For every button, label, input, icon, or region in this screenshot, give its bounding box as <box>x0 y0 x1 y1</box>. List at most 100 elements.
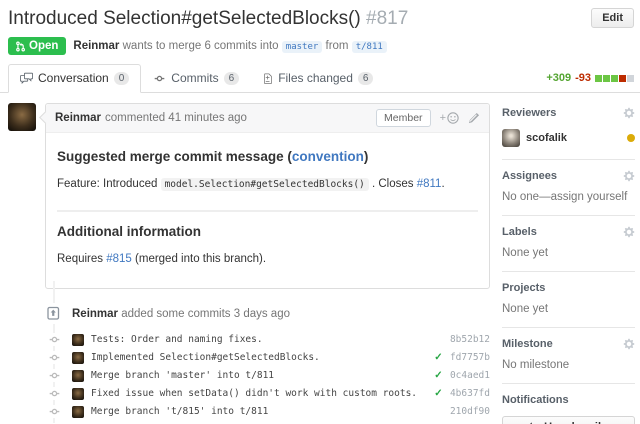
comment-meta: commented 41 minutes ago <box>105 112 247 124</box>
git-pull-request-icon <box>16 41 25 52</box>
sidebar-section-milestone: Milestone No milestone <box>502 328 635 384</box>
commit-check-icon: ✓ <box>432 370 445 381</box>
commit-message-link[interactable]: Merge branch 't/815' into t/811 <box>91 406 432 417</box>
repo-push-icon <box>47 303 60 324</box>
commits-event-text: Reinmar added some commits 3 days ago <box>72 308 290 320</box>
commit-message-link[interactable]: Fixed issue when setData() didn't work w… <box>91 388 432 399</box>
gear-icon[interactable] <box>623 170 635 182</box>
pr-author-link[interactable]: Reinmar <box>73 40 119 52</box>
avatar-reinmar[interactable] <box>8 103 36 131</box>
pr-number: #817 <box>366 8 408 29</box>
tab-files-count: 6 <box>358 72 374 85</box>
from-text: from <box>326 40 349 52</box>
edit-button[interactable]: Edit <box>591 8 634 28</box>
suggested-message-heading: Suggested merge commit message (conventi… <box>57 147 478 167</box>
milestone-empty-text: No milestone <box>502 359 635 371</box>
commit-row: Tests: Order and naming fixes. 8b52b12 <box>8 333 490 346</box>
commit-sha-link[interactable]: 210df90 <box>447 406 490 417</box>
diffstat-block-red <box>619 75 626 82</box>
gear-icon[interactable] <box>623 226 635 238</box>
member-badge: Member <box>376 109 431 127</box>
assignees-heading: Assignees <box>502 170 635 182</box>
pending-review-dot <box>627 134 635 142</box>
merge-sentence: Reinmar wants to merge 6 commits into ma… <box>73 40 386 52</box>
commit-author-avatar[interactable] <box>72 334 84 346</box>
git-commit-icon <box>48 387 61 400</box>
open-status-badge: Open <box>8 37 66 55</box>
commit-author-avatar[interactable] <box>72 370 84 382</box>
head-branch-label[interactable]: t/811 <box>352 41 387 53</box>
timeline: Reinmar added some commits 3 days ago Te… <box>8 289 490 424</box>
tab-commits-label: Commits <box>171 71 218 85</box>
git-commit-icon <box>48 405 61 418</box>
commit-sha-link[interactable]: fd7757b <box>447 352 490 363</box>
commit-message-link[interactable]: Merge branch 'master' into t/811 <box>91 370 432 381</box>
tab-conversation[interactable]: Conversation 0 <box>8 64 141 93</box>
status-row: Open Reinmar wants to merge 6 commits in… <box>8 37 632 55</box>
code-selection-method: model.Selection#getSelectedBlocks() <box>161 178 369 191</box>
tab-conversation-label: Conversation <box>38 71 109 85</box>
unsubscribe-button[interactable]: Unsubscribe <box>502 416 635 424</box>
commit-row: Merge branch 't/815' into t/811 210df90 <box>8 405 490 418</box>
tab-commits-count: 6 <box>224 72 240 85</box>
git-commit-icon <box>153 73 166 84</box>
file-diff-icon <box>263 72 273 84</box>
commit-sha-link[interactable]: 4b637fd <box>447 388 490 399</box>
divider <box>57 210 478 212</box>
notifications-heading: Notifications <box>502 394 635 406</box>
pr-description-comment: Reinmar commented 41 minutes ago Member … <box>8 103 490 289</box>
gear-icon[interactable] <box>623 338 635 350</box>
comment-body: Suggested merge commit message (conventi… <box>46 133 489 288</box>
issue-811-link[interactable]: #811 <box>417 178 442 190</box>
commit-sha-link[interactable]: 8b52b12 <box>447 334 490 345</box>
reviewer-row: scofalik <box>502 129 635 147</box>
reviewers-heading: Reviewers <box>502 107 635 119</box>
convention-link[interactable]: convention <box>292 149 364 164</box>
commit-message-link[interactable]: Tests: Order and naming fixes. <box>91 334 432 345</box>
comment-author-link[interactable]: Reinmar <box>55 112 101 124</box>
p1-prefix: Feature: Introduced <box>57 178 157 190</box>
commit-message-link[interactable]: Implemented Selection#getSelectedBlocks. <box>91 352 432 363</box>
additions-count: +309 <box>546 72 571 84</box>
no-one-text: No one— <box>502 191 551 203</box>
add-reaction-button[interactable]: + <box>440 112 459 124</box>
additional-info-text: Requires #815 (merged into this branch). <box>57 251 478 268</box>
diffstat-blocks <box>594 75 634 82</box>
gear-icon[interactable] <box>623 107 635 119</box>
avatar-scofalik[interactable] <box>502 129 520 147</box>
assign-yourself-link[interactable]: assign yourself <box>551 191 628 203</box>
diffstat: +309 -93 <box>546 72 634 92</box>
commit-row: Fixed issue when setData() didn't work w… <box>8 387 490 400</box>
tab-commits[interactable]: Commits 6 <box>141 64 251 93</box>
projects-label: Projects <box>502 282 545 294</box>
merge-action-text: wants to merge 6 commits into <box>123 40 279 52</box>
commit-author-avatar[interactable] <box>72 352 84 364</box>
pull-request-page: Introduced Selection#getSelectedBlocks()… <box>0 0 640 424</box>
heading1-prefix: Suggested merge commit message ( <box>57 149 292 164</box>
edit-comment-button[interactable] <box>468 112 480 124</box>
plus-sign: + <box>440 112 446 124</box>
tab-files-changed[interactable]: Files changed 6 <box>251 64 385 93</box>
reviewer-name-link[interactable]: scofalik <box>526 132 567 144</box>
milestone-label: Milestone <box>502 338 553 350</box>
commit-author-avatar[interactable] <box>72 388 84 400</box>
commit-author-avatar[interactable] <box>72 406 84 418</box>
sidebar-section-notifications: Notifications Unsubscribe You're receivi… <box>502 384 635 424</box>
labels-empty-text: None yet <box>502 247 635 259</box>
assignees-label: Assignees <box>502 170 557 182</box>
pr-header: Introduced Selection#getSelectedBlocks()… <box>0 0 640 93</box>
deletions-count: -93 <box>575 72 591 84</box>
pr-tab-bar: Conversation 0 Commits 6 Files changed 6… <box>0 64 640 93</box>
commit-sha-link[interactable]: 0c4aed1 <box>447 370 490 381</box>
labels-heading: Labels <box>502 226 635 238</box>
labels-label: Labels <box>502 226 537 238</box>
diffstat-block-neutral <box>627 75 634 82</box>
event-author-link[interactable]: Reinmar <box>72 308 118 320</box>
state-label: Open <box>29 40 58 52</box>
suggested-message-text: Feature: Introduced model.Selection#getS… <box>57 176 478 193</box>
main-content: Reinmar commented 41 minutes ago Member … <box>0 93 640 424</box>
base-branch-label[interactable]: master <box>282 41 323 53</box>
sidebar-section-reviewers: Reviewers scofalik <box>502 103 635 160</box>
issue-815-link[interactable]: #815 <box>106 253 132 265</box>
sidebar-section-projects: Projects None yet <box>502 272 635 328</box>
